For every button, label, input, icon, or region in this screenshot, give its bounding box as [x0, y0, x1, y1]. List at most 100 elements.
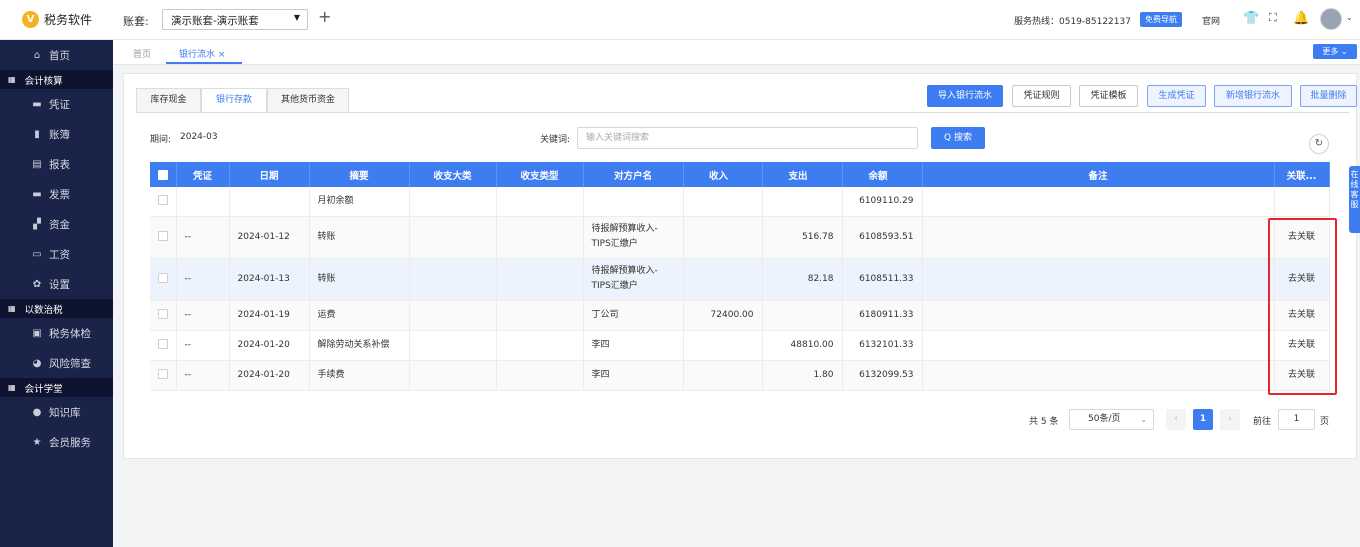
skin-icon[interactable]: 👕 [1243, 11, 1259, 26]
service-hotline: 服务热线：0519-85122137 [1014, 17, 1131, 27]
sidebar-group-academy[interactable]: ▦ 会计学堂 [0, 378, 113, 397]
table-row[interactable]: -- 2024-01-12 转账 待报解预算收入-TIPS汇缴户 516.78 … [150, 216, 1330, 259]
sidebar-item-home[interactable]: ⌂ 首页 [0, 40, 113, 70]
sidebar-item-funds[interactable]: ▞ 资金 [0, 209, 113, 239]
table-row[interactable]: -- 2024-01-19 运费 丁公司 72400.00 6180911.33… [150, 300, 1330, 331]
page-size-select[interactable]: 50条/页 ⌄ [1069, 409, 1154, 430]
settings-icon: ✿ [32, 278, 42, 290]
member-icon: ★ [32, 436, 42, 448]
tab-other-funds[interactable]: 其他货币资金 [267, 88, 349, 113]
row-checkbox[interactable] [150, 258, 177, 301]
cell-income [683, 216, 763, 259]
sidebar-item-member[interactable]: ★ 会员服务 [0, 427, 113, 457]
ledger-icon: ▮ [34, 128, 40, 140]
account-label: 账套: [123, 15, 149, 28]
cell-counterparty: 李四 [583, 360, 684, 391]
col-note[interactable]: 备注 [922, 162, 1275, 187]
chevron-down-icon: ▼ [293, 13, 300, 22]
cell-type [496, 300, 584, 331]
col-type[interactable]: 收支类型 [496, 162, 584, 187]
cell-income [683, 258, 763, 301]
keyword-search-input[interactable] [577, 127, 918, 149]
add-bank-statement-button[interactable]: 新增银行流水 [1214, 85, 1292, 107]
cell-voucher: -- [176, 258, 230, 301]
sidebar-item-voucher[interactable]: ▬ 凭证 [0, 89, 113, 119]
free-nav-button[interactable]: 免费导航 [1140, 12, 1182, 27]
cell-balance: 6180911.33 [842, 300, 923, 331]
cell-category [409, 330, 497, 361]
col-expense[interactable]: 支出 [762, 162, 843, 187]
sidebar-item-label: 设置 [49, 278, 70, 291]
bell-icon[interactable]: 🔔 [1293, 11, 1309, 26]
col-link[interactable]: 关联... [1274, 162, 1330, 187]
sidebar-item-tax-check[interactable]: ▣ 税务体检 [0, 318, 113, 348]
batch-delete-button[interactable]: 批量删除 [1300, 85, 1357, 107]
sidebar-group-accounting[interactable]: ▦ 会计核算 [0, 70, 113, 89]
cell-balance: 6109110.29 [842, 187, 923, 217]
voucher-template-button[interactable]: 凭证模板 [1079, 85, 1138, 107]
table-row[interactable]: -- 2024-01-13 转账 待报解预算收入-TIPS汇缴户 82.18 6… [150, 258, 1330, 301]
cell-type [496, 187, 584, 217]
cell-note [922, 330, 1275, 361]
goto-page-input[interactable]: 1 [1278, 409, 1315, 430]
next-page-button[interactable]: › [1220, 409, 1240, 430]
period-value[interactable]: 2024-03 [180, 132, 218, 142]
table-row[interactable]: 月初余额 6109110.29 [150, 187, 1330, 217]
col-date[interactable]: 日期 [229, 162, 310, 187]
prev-page-button[interactable]: ‹ [1166, 409, 1186, 430]
col-balance[interactable]: 余额 [842, 162, 923, 187]
tab-bank-deposit[interactable]: 银行存款 [201, 88, 267, 113]
generate-voucher-button[interactable]: 生成凭证 [1147, 85, 1206, 107]
cell-counterparty: 李四 [583, 330, 684, 361]
add-account-icon[interactable]: + [318, 7, 331, 26]
sidebar-item-knowledge[interactable]: ● 知识库 [0, 397, 113, 427]
row-checkbox[interactable] [150, 300, 177, 331]
period-label: 期间: [150, 135, 172, 145]
tab-home[interactable]: 首页 [133, 47, 151, 60]
app-logo[interactable]: V 税务软件 [22, 11, 92, 28]
cell-counterparty: 丁公司 [583, 300, 684, 331]
sidebar-item-label: 发票 [49, 188, 70, 201]
more-button[interactable]: 更多 ⌄ [1313, 44, 1357, 59]
cell-category [409, 216, 497, 259]
select-all-checkbox[interactable] [150, 162, 177, 187]
official-site-link[interactable]: 官网 [1202, 14, 1220, 27]
tab-bank-statement[interactable]: 银行流水 × [179, 47, 225, 60]
row-checkbox[interactable] [150, 216, 177, 259]
online-service-tab[interactable]: 在线客服 [1349, 166, 1360, 233]
col-income[interactable]: 收入 [683, 162, 763, 187]
sidebar-group-tax[interactable]: ▦ 以数治税 [0, 299, 113, 318]
row-checkbox[interactable] [150, 360, 177, 391]
col-category[interactable]: 收支大类 [409, 162, 497, 187]
account-select[interactable]: 演示账套-演示账套 ▼ [162, 9, 308, 30]
cell-balance: 6132099.53 [842, 360, 923, 391]
cell-date: 2024-01-20 [229, 360, 310, 391]
col-summary[interactable]: 摘要 [309, 162, 410, 187]
sidebar-item-ledger[interactable]: ▮ 账簿 [0, 119, 113, 149]
logo-icon: V [22, 11, 39, 28]
sidebar-item-salary[interactable]: ▭ 工资 [0, 239, 113, 269]
cell-type [496, 216, 584, 259]
sidebar-item-invoice[interactable]: ▬ 发票 [0, 179, 113, 209]
avatar[interactable] [1320, 8, 1342, 30]
sidebar-item-settings[interactable]: ✿ 设置 [0, 269, 113, 299]
search-button[interactable]: Q 搜索 [931, 127, 985, 149]
page-1-button[interactable]: 1 [1193, 409, 1213, 430]
sidebar-item-report[interactable]: ▤ 报表 [0, 149, 113, 179]
refresh-icon[interactable]: ↻ [1309, 134, 1329, 154]
cell-note [922, 258, 1275, 301]
table-row[interactable]: -- 2024-01-20 解除劳动关系补偿 李四 48810.00 61321… [150, 330, 1330, 361]
row-checkbox[interactable] [150, 330, 177, 361]
sidebar-item-risk-scan[interactable]: ◕ 风险筛查 [0, 348, 113, 378]
table-row[interactable]: -- 2024-01-20 手续费 李四 1.80 6132099.53 去关联 [150, 360, 1330, 391]
cell-date: 2024-01-12 [229, 216, 310, 259]
fullscreen-icon[interactable]: ⛶ [1269, 11, 1277, 25]
cell-summary: 解除劳动关系补偿 [309, 330, 410, 361]
chevron-down-icon[interactable]: ⌄ [1346, 13, 1353, 22]
row-checkbox[interactable] [150, 187, 177, 217]
tab-cash[interactable]: 库存现金 [136, 88, 201, 113]
import-bank-statement-button[interactable]: 导入银行流水 [927, 85, 1003, 107]
col-counterparty[interactable]: 对方户名 [583, 162, 684, 187]
voucher-rules-button[interactable]: 凭证规则 [1012, 85, 1071, 107]
col-voucher[interactable]: 凭证 [176, 162, 230, 187]
